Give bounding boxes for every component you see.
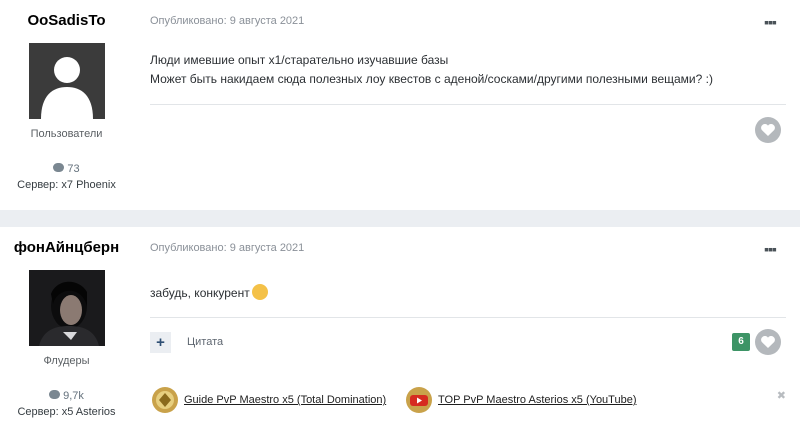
signature-link-1[interactable]: Guide PvP Maestro x5 (Total Domination) <box>150 385 386 415</box>
divider <box>150 104 786 105</box>
author-group: Флудеры <box>43 355 90 367</box>
author-group: Пользователи <box>30 128 103 140</box>
post-count-value: 9,7k <box>63 390 84 402</box>
author-server: Сервер: x5 Asterios <box>17 406 116 418</box>
speech-bubble-icon <box>53 163 65 172</box>
post-count-value: 73 <box>67 163 80 175</box>
divider <box>150 317 786 318</box>
post-date[interactable]: Опубликовано: 9 августа 2021 <box>150 242 304 254</box>
avatar[interactable] <box>29 43 105 119</box>
post-count: 73 <box>0 163 133 175</box>
speech-bubble-icon <box>49 390 61 399</box>
youtube-logo-icon <box>406 387 432 413</box>
close-icon[interactable]: ✖ <box>777 389 786 402</box>
reaction-count[interactable]: 6 <box>732 333 750 351</box>
post-text: забудь, конкурент <box>150 286 250 300</box>
like-button[interactable] <box>755 329 781 355</box>
heart-icon <box>761 124 775 136</box>
post-1: OoSadisTo Пользователи 73 Сервер: x7 Pho… <box>0 0 800 210</box>
ellipsis-icon[interactable]: ▪▪▪ <box>764 241 777 257</box>
signature-link-label[interactable]: Guide PvP Maestro x5 (Total Domination) <box>184 394 386 406</box>
guild-crest-icon <box>152 387 178 413</box>
ellipsis-icon[interactable]: ▪▪▪ <box>764 14 777 30</box>
post-2: фонАйнцберн Флудеры 9,7k Сервер: x5 Aste… <box>0 227 800 433</box>
signature-link-label[interactable]: TOP PvP Maestro Asterios x5 (YouTube) <box>438 394 637 406</box>
post-count: 9,7k <box>0 390 133 402</box>
plus-icon[interactable]: + <box>150 332 171 353</box>
post-content: Люди имевшие опыт х1/старательно изучавш… <box>150 51 713 89</box>
smirk-emoji-icon <box>251 284 268 300</box>
heart-icon <box>761 336 775 348</box>
avatar[interactable] <box>29 270 105 346</box>
like-button[interactable] <box>755 117 781 143</box>
author-server: Сервер: x7 Phoenix <box>17 179 116 191</box>
author-name[interactable]: OoSadisTo <box>0 12 133 29</box>
signature-link-2[interactable]: TOP PvP Maestro Asterios x5 (YouTube) <box>404 385 637 415</box>
post-content: забудь, конкурент <box>150 281 268 303</box>
quote-button[interactable]: Цитата <box>187 336 223 348</box>
post-line: Может быть накидаем сюда полезных лоу кв… <box>150 72 713 86</box>
post-line: Люди имевшие опыт х1/старательно изучавш… <box>150 53 449 67</box>
author-name[interactable]: фонАйнцберн <box>0 239 133 256</box>
post-date[interactable]: Опубликовано: 9 августа 2021 <box>150 15 304 27</box>
